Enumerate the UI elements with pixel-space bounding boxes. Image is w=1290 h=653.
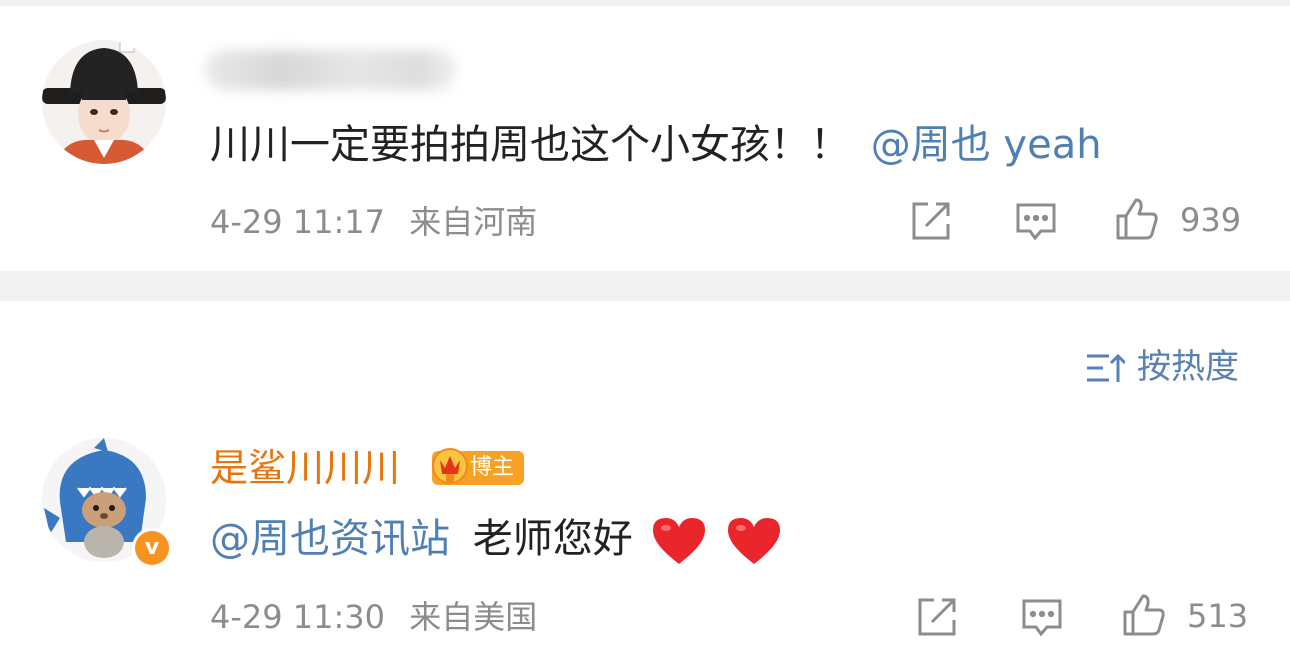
heart-emoji-icon xyxy=(653,518,706,564)
comment-location: 来自美国 xyxy=(409,598,538,636)
thumbs-up-icon[interactable] xyxy=(1121,592,1167,638)
sort-label: 按热度 xyxy=(1137,347,1239,387)
username[interactable]: 是鲨川川川 xyxy=(210,446,400,490)
top-separator xyxy=(0,0,1290,6)
blogger-badge[interactable]: 博主 xyxy=(432,448,525,485)
sort-icon xyxy=(1085,351,1127,383)
comment-date: 4-29 11:17 xyxy=(210,203,386,241)
comment-body: 川川一定要拍拍周也这个小女孩！！ xyxy=(210,122,850,168)
crown-icon xyxy=(432,448,468,484)
mention-link[interactable]: @周也 yeah xyxy=(871,122,1102,168)
verified-badge-icon: v xyxy=(132,528,172,568)
comment-icon[interactable] xyxy=(1013,198,1059,244)
mention-link[interactable]: @周也资讯站 xyxy=(210,516,450,562)
comment-text: 川川一定要拍拍周也这个小女孩！！ @周也 yeah xyxy=(210,120,1102,170)
comment-date: 4-29 11:30 xyxy=(210,598,386,636)
heart-emoji-icon xyxy=(728,518,781,564)
like-count: 513 xyxy=(1187,597,1249,635)
comment-location: 来自河南 xyxy=(409,203,538,241)
comment-body: 老师您好 xyxy=(472,516,633,562)
thumbs-up-icon[interactable] xyxy=(1114,196,1160,242)
comment-meta: 4-29 11:17 来自河南 xyxy=(210,202,537,242)
repost-icon[interactable] xyxy=(908,198,954,244)
comment-text: @周也资讯站 老师您好 xyxy=(210,514,782,566)
like-count: 939 xyxy=(1180,201,1242,239)
sort-toggle[interactable]: 按热度 xyxy=(1085,345,1245,389)
username-blurred[interactable] xyxy=(205,50,457,90)
comment-icon[interactable] xyxy=(1019,594,1065,640)
badge-label: 博主 xyxy=(470,455,515,480)
repost-icon[interactable] xyxy=(914,594,960,640)
avatar[interactable] xyxy=(42,40,166,164)
section-divider xyxy=(0,271,1290,301)
comment-meta: 4-29 11:30 来自美国 xyxy=(210,597,537,637)
